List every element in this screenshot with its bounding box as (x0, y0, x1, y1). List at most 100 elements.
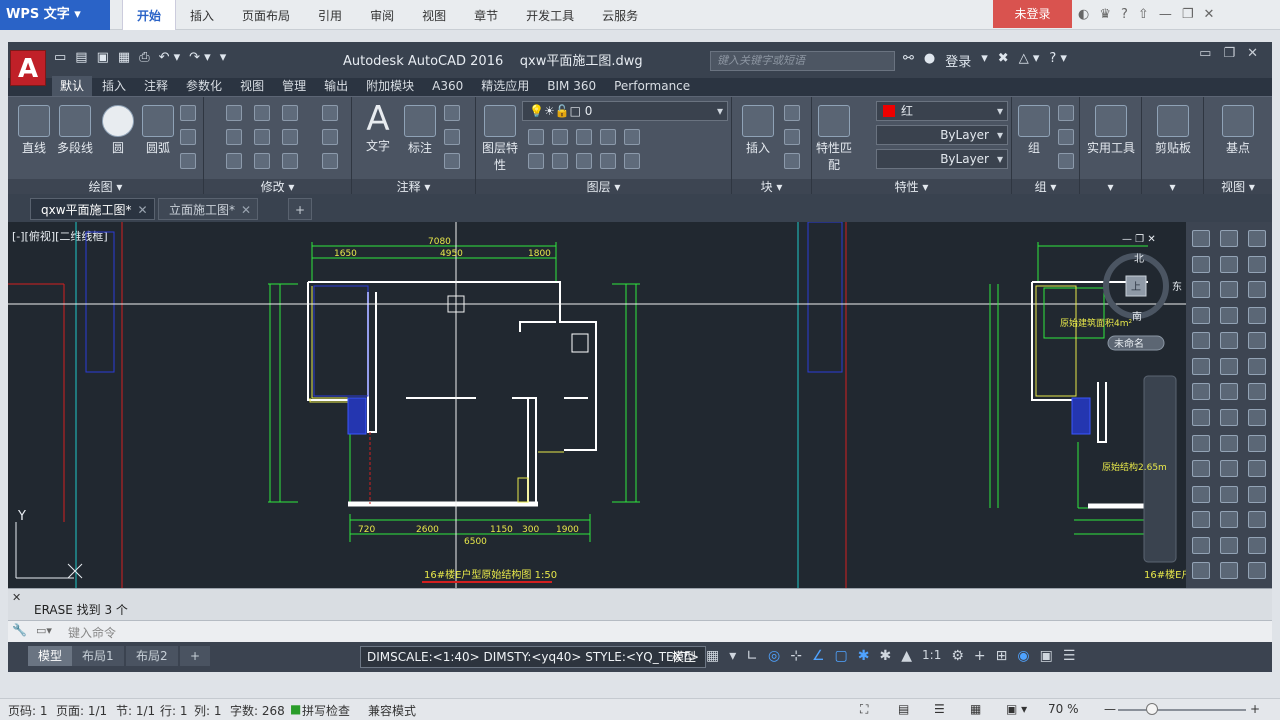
redo-icon[interactable]: ↷ ▾ (189, 50, 211, 65)
tool-palette-icon[interactable] (1248, 255, 1266, 273)
wps-tab-layout[interactable]: 页面布局 (228, 0, 304, 30)
panel-view-title[interactable]: 视图 ▾ (1204, 179, 1272, 195)
help-icon[interactable]: ? ▾ (1049, 51, 1067, 70)
ortho-icon[interactable]: ∟ (746, 648, 758, 665)
tool-palette-icon[interactable] (1220, 357, 1238, 375)
close-icon[interactable]: ✕ (137, 199, 147, 221)
tool-palette-icon[interactable] (1192, 562, 1210, 580)
group-edit-icon[interactable] (1058, 129, 1074, 145)
a360-icon[interactable]: △ ▾ (1019, 51, 1040, 70)
tool-palette-icon[interactable] (1248, 511, 1266, 529)
outline-view-icon[interactable]: ☰ (934, 702, 945, 716)
auto-scale-icon[interactable]: ✱ (880, 648, 892, 665)
doc-tab-elevation[interactable]: 立面施工图* ✕ (158, 198, 259, 221)
layer-match-icon[interactable] (528, 129, 544, 145)
command-icon[interactable]: ▭▾ (36, 624, 52, 637)
polar-icon[interactable]: ◎ (768, 648, 780, 665)
panel-properties-title[interactable]: 特性 ▾ (812, 179, 1011, 195)
zoom-slider[interactable] (1118, 709, 1246, 711)
selection-icon[interactable]: ▢ (835, 648, 848, 665)
text-tool[interactable]: A 文字 (360, 101, 396, 154)
hardware-acceleration-icon[interactable]: ◉ (1017, 648, 1029, 665)
polyline-tool[interactable]: 多段线 (52, 105, 98, 156)
close-icon[interactable]: ✕ (1247, 46, 1258, 61)
clipboard-tool[interactable]: 剪贴板 (1144, 105, 1202, 156)
autocad-app-button[interactable]: A (10, 50, 46, 86)
command-input[interactable]: 键入命令 (68, 624, 116, 641)
layout-tab-layout1[interactable]: 布局1 (72, 646, 124, 666)
tool-palette-icon[interactable] (1248, 383, 1266, 401)
spellcheck-icon[interactable]: ■ (290, 702, 301, 716)
wps-app-menu-button[interactable]: WPS 文字 ▾ (0, 0, 110, 30)
print-icon[interactable]: ⎙ (139, 50, 149, 65)
tool-palette-icon[interactable] (1248, 536, 1266, 554)
zoom-slider-handle[interactable] (1146, 703, 1158, 715)
color-dropdown[interactable]: 红 (876, 101, 1008, 121)
layout-tab-layout2[interactable]: 布局2 (126, 646, 178, 666)
save-as-icon[interactable]: ▦ (118, 50, 130, 65)
annotation-scale-icon[interactable]: ▲ (901, 648, 912, 665)
skin-icon[interactable]: ◐ (1078, 7, 1089, 22)
shirt-icon[interactable]: ♛ (1099, 7, 1111, 22)
zoom-in-icon[interactable]: + (1250, 702, 1260, 716)
layer-merge-icon[interactable] (624, 153, 640, 169)
base-point-tool[interactable]: 基点 (1210, 105, 1266, 156)
utilities-tool[interactable]: 实用工具 (1082, 105, 1140, 156)
tool-palette-icon[interactable] (1248, 357, 1266, 375)
tab-parametric[interactable]: 参数化 (178, 76, 230, 96)
scale-icon[interactable] (254, 153, 270, 169)
tool-palette-icon[interactable] (1220, 230, 1238, 247)
tool-palette-icon[interactable] (1192, 383, 1210, 401)
doc-tab-plan[interactable]: qxw平面施工图* ✕ (30, 198, 155, 220)
customize-icon[interactable]: ▾ (220, 50, 227, 65)
wps-tab-chapter[interactable]: 章节 (460, 0, 512, 30)
tool-palette-icon[interactable] (1248, 281, 1266, 299)
tab-default[interactable]: 默认 (52, 76, 93, 96)
fullscreen-icon[interactable]: ⛶ (860, 702, 868, 717)
user-icon[interactable]: ● (924, 51, 935, 70)
close-icon[interactable]: ✕ (12, 591, 21, 604)
line-tool[interactable]: 直线 (16, 105, 52, 156)
hatch-icon[interactable] (180, 129, 196, 145)
menu-icon[interactable]: ☰ (1063, 648, 1076, 665)
tool-palette-icon[interactable] (1192, 281, 1210, 299)
array-icon[interactable] (282, 153, 298, 169)
wps-tab-home[interactable]: 开始 (122, 0, 177, 30)
tool-palette-icon[interactable] (1248, 485, 1266, 503)
tool-palette-icon[interactable] (1220, 408, 1238, 426)
rectangle-icon[interactable] (180, 105, 196, 121)
web-view-icon[interactable]: ▦ (970, 702, 981, 716)
new-tab-button[interactable]: + (288, 198, 313, 220)
tool-palette-icon[interactable] (1220, 332, 1238, 350)
tool-palette-icon[interactable] (1192, 357, 1210, 375)
gear-icon[interactable]: ⚙ (951, 648, 964, 665)
leader-icon[interactable] (444, 129, 460, 145)
tool-palette-icon[interactable] (1192, 485, 1210, 503)
osnap-icon[interactable]: ⊹ (790, 648, 802, 665)
minimize-icon[interactable]: ▭ (1199, 46, 1211, 61)
binoculars-icon[interactable]: ⚯ (903, 51, 914, 70)
scale-value[interactable]: 1:1 (922, 648, 941, 665)
panel-layers-title[interactable]: 图层 ▾ (476, 179, 731, 195)
tool-palette-icon[interactable] (1220, 536, 1238, 554)
table-icon[interactable] (444, 153, 460, 169)
undo-icon[interactable]: ↶ ▾ (159, 50, 181, 65)
layer-off-icon[interactable] (624, 129, 640, 145)
reading-view-icon[interactable]: ▣ ▾ (1006, 702, 1027, 716)
collapse-icon[interactable]: ⇧ (1138, 7, 1149, 22)
tool-palette-icon[interactable] (1248, 562, 1266, 580)
tab-addins[interactable]: 附加模块 (358, 76, 422, 96)
close-icon[interactable]: ✕ (1203, 7, 1214, 22)
zoom-out-icon[interactable]: — (1104, 702, 1116, 716)
tool-palette-icon[interactable] (1192, 306, 1210, 324)
close-icon[interactable]: ✕ (241, 199, 251, 221)
save-icon[interactable]: ▣ (97, 50, 109, 65)
ungroup-icon[interactable] (1058, 105, 1074, 121)
lineweight-icon[interactable]: ∠ (812, 648, 825, 665)
wps-tab-insert[interactable]: 插入 (176, 0, 228, 30)
linear-dim-icon[interactable] (444, 105, 460, 121)
layer-freeze-icon[interactable] (600, 129, 616, 145)
wps-tab-review[interactable]: 审阅 (356, 0, 408, 30)
tool-palette-icon[interactable] (1248, 306, 1266, 324)
add-layout-button[interactable]: + (180, 646, 211, 666)
